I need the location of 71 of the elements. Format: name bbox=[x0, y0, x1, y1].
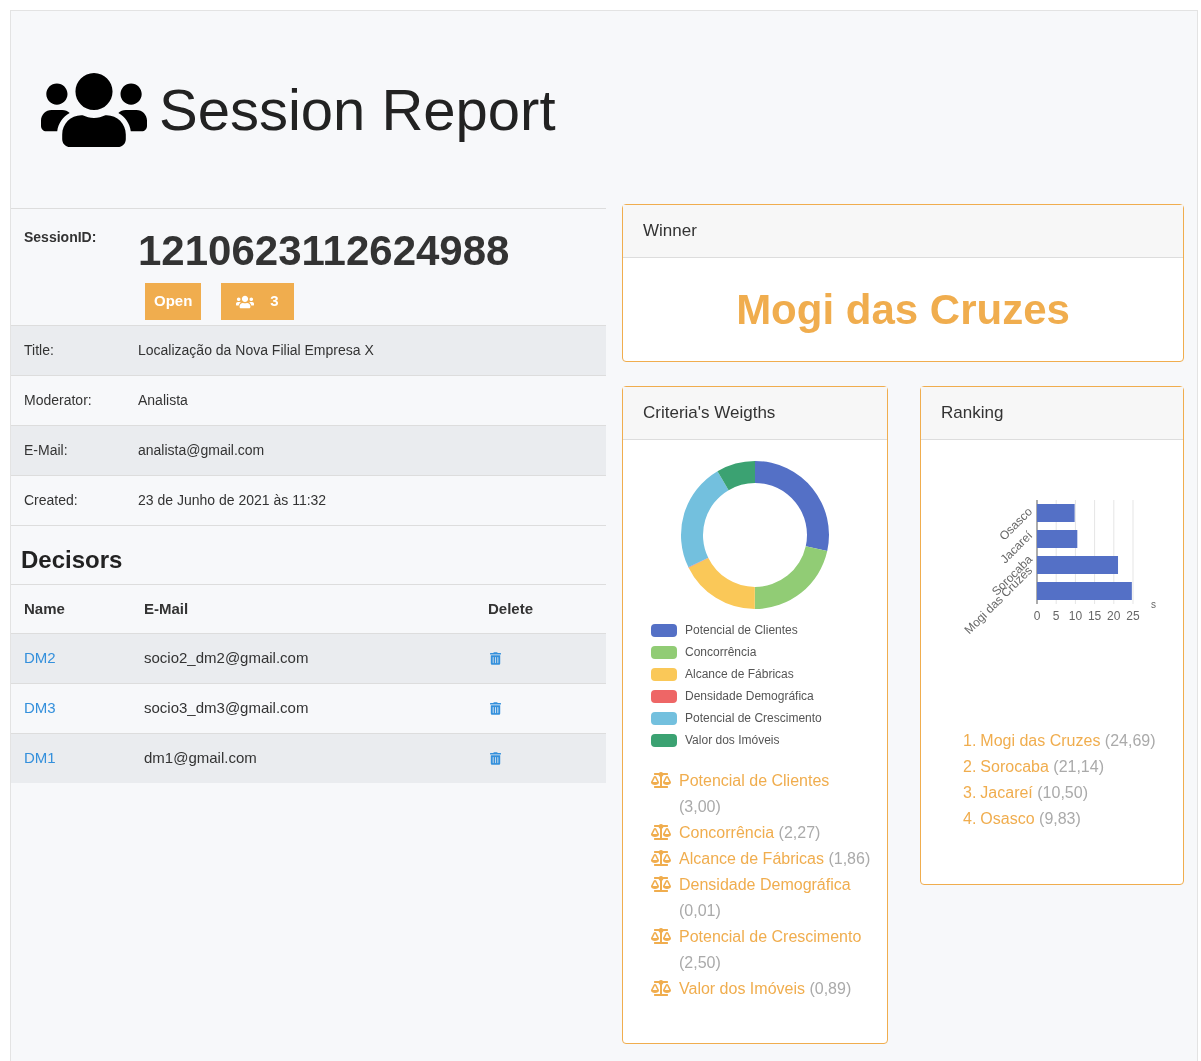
bar bbox=[1037, 530, 1078, 548]
scale-icon bbox=[651, 928, 671, 944]
winner-name: Mogi das Cruzes bbox=[736, 285, 1070, 335]
axis-tick-label: 20 bbox=[1107, 609, 1121, 623]
axis-tick-label: 15 bbox=[1087, 609, 1102, 623]
legend-label: Valor dos Imóveis bbox=[685, 732, 780, 748]
field-value: 23 de Junho de 2021 às 11:32 bbox=[138, 491, 327, 510]
decisor-link[interactable]: DM3 bbox=[24, 699, 56, 717]
legend-swatch bbox=[651, 733, 677, 747]
legend-swatch bbox=[651, 689, 677, 703]
criterion-weight: Potencial de Clientes (3,00) bbox=[679, 771, 831, 817]
scale-icon bbox=[651, 876, 671, 892]
column-header: Delete bbox=[488, 598, 534, 619]
session-id: 1210623112624988 bbox=[138, 227, 510, 275]
delete-icon[interactable] bbox=[490, 752, 501, 765]
delete-icon[interactable] bbox=[490, 702, 501, 715]
members-badge: 3 bbox=[221, 283, 294, 320]
decisor-link[interactable]: DM2 bbox=[24, 649, 56, 667]
scale-icon bbox=[651, 824, 671, 840]
rank-number: 1. bbox=[963, 731, 977, 751]
bar bbox=[1037, 504, 1075, 522]
session-id-label: SessionID: bbox=[23, 228, 98, 247]
status-badge: Open bbox=[145, 283, 202, 320]
ranking-entry: Osasco (9,83) bbox=[980, 809, 1081, 829]
rank-number: 4. bbox=[963, 809, 977, 829]
scale-icon bbox=[651, 850, 671, 866]
table-cell-text: dm1@gmail.com bbox=[144, 748, 258, 769]
legend-label: Potencial de Crescimento bbox=[685, 710, 822, 726]
field-value: analista@gmail.com bbox=[138, 441, 265, 460]
field-label: E-Mail: bbox=[23, 441, 69, 460]
legend-swatch bbox=[651, 667, 677, 681]
field-label: Created: bbox=[23, 491, 79, 510]
axis-label: s bbox=[1151, 599, 1156, 610]
criterion-weight: Potencial de Crescimento (2,50) bbox=[679, 927, 863, 973]
column-header: Name bbox=[23, 598, 66, 619]
card-title: Ranking bbox=[941, 402, 1004, 425]
criterion-weight: Densidade Demográfica (0,01) bbox=[679, 875, 852, 921]
legend-label: Concorrência bbox=[685, 644, 757, 660]
card-title: Winner bbox=[643, 220, 697, 243]
column-header: E-Mail bbox=[144, 598, 190, 619]
table-cell-text: socio3_dm3@gmail.com bbox=[144, 698, 310, 719]
field-label: Moderator: bbox=[23, 391, 93, 410]
axis-tick-label: 10 bbox=[1068, 609, 1083, 623]
field-label: Title: bbox=[23, 341, 55, 360]
card-title: Criteria's Weigths bbox=[643, 402, 776, 425]
criterion-weight: Concorrência (2,27) bbox=[679, 823, 821, 843]
ranking-entry: Mogi das Cruzes (24,69) bbox=[980, 731, 1156, 751]
field-value: Localização da Nova Filial Empresa X bbox=[138, 341, 374, 360]
legend-swatch bbox=[651, 711, 677, 725]
legend-label: Potencial de Clientes bbox=[685, 622, 798, 638]
ranking-entry: Jacareí (10,50) bbox=[980, 783, 1088, 803]
criterion-weight: Valor dos Imóveis (0,89) bbox=[679, 979, 852, 999]
table-cell-text: socio2_dm2@gmail.com bbox=[144, 648, 310, 669]
legend-swatch bbox=[651, 645, 677, 659]
legend-label: Alcance de Fábricas bbox=[685, 666, 794, 682]
scale-icon bbox=[651, 980, 671, 996]
page-title: Session Report bbox=[159, 76, 556, 144]
axis-tick-label: 0 bbox=[1033, 609, 1041, 623]
axis-tick-label: 25 bbox=[1126, 609, 1140, 623]
rank-number: 3. bbox=[963, 783, 977, 803]
legend-swatch bbox=[651, 623, 677, 637]
scale-icon bbox=[651, 772, 671, 788]
delete-icon[interactable] bbox=[490, 652, 501, 665]
criterion-weight: Alcance de Fábricas (1,86) bbox=[679, 849, 871, 869]
legend-label: Densidade Demográfica bbox=[685, 688, 814, 704]
rank-number: 2. bbox=[963, 757, 977, 777]
decisor-link[interactable]: DM1 bbox=[24, 749, 56, 767]
axis-tick-label: 5 bbox=[1052, 609, 1060, 623]
ranking-entry: Sorocaba (21,14) bbox=[980, 757, 1104, 777]
field-value: Analista bbox=[138, 391, 188, 410]
section-title: Decisors bbox=[11, 525, 606, 584]
